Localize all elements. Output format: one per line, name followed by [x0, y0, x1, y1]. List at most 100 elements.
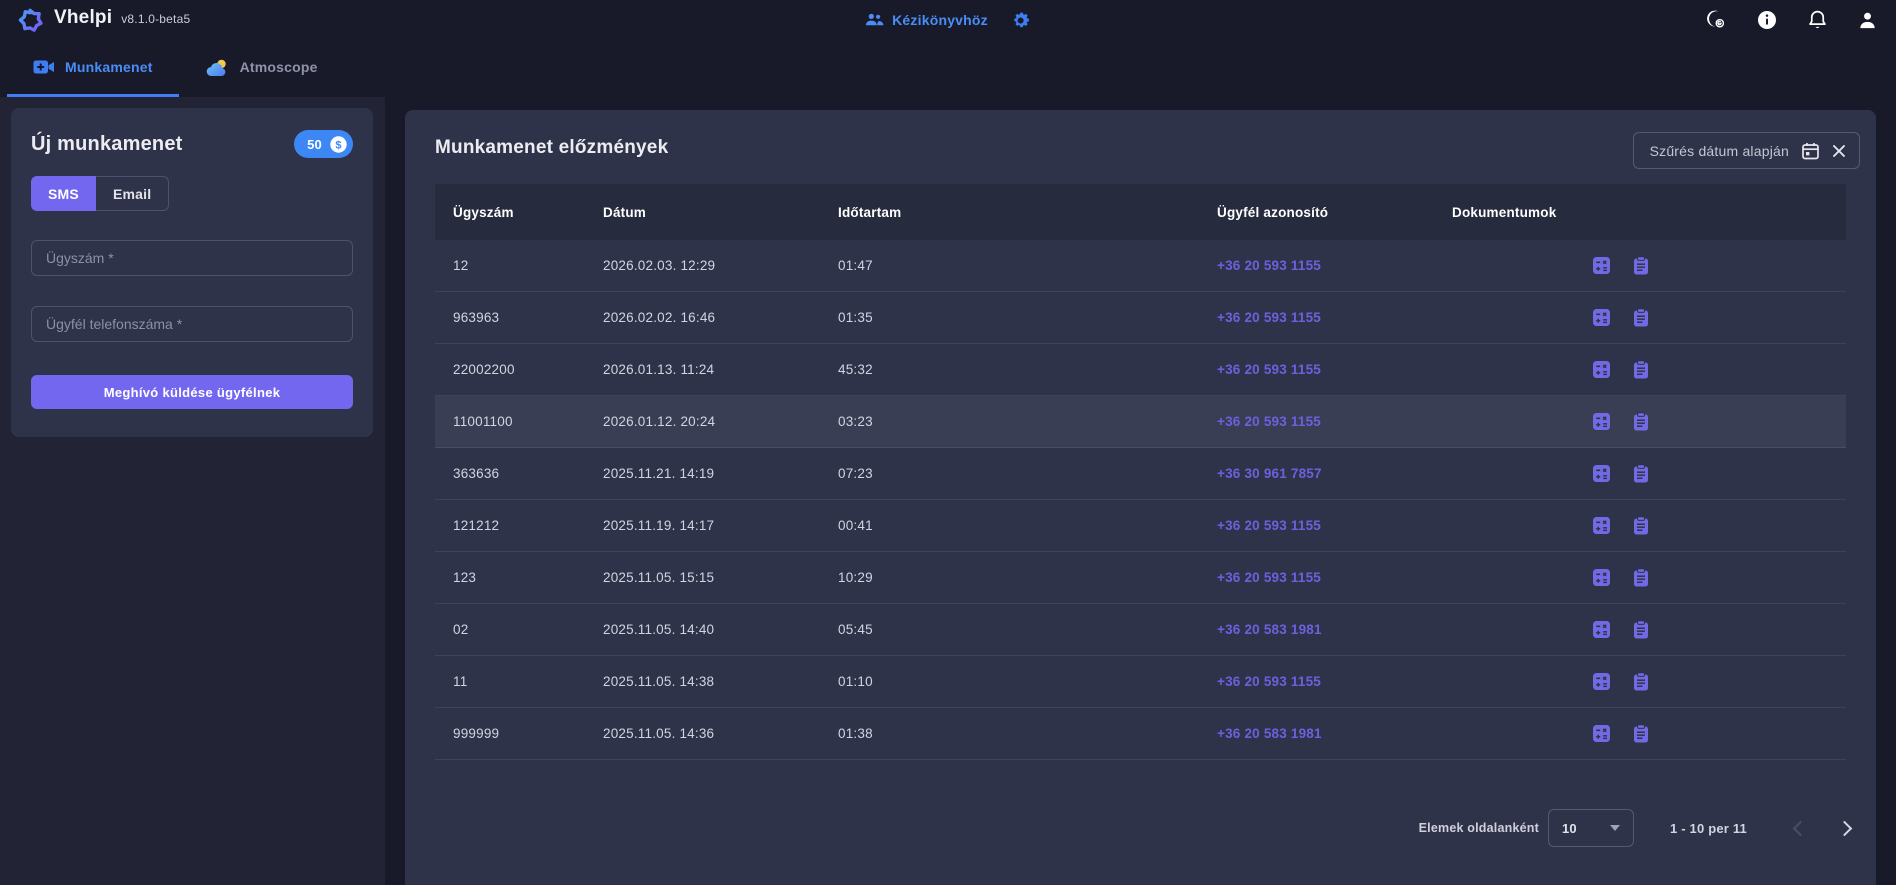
- per-page-select[interactable]: 10: [1548, 809, 1634, 847]
- table-header-row: Ügyszám Dátum Időtartam Ügyfél azonosító…: [435, 184, 1846, 240]
- clipboard-icon[interactable]: [1633, 724, 1649, 743]
- clear-filter-icon[interactable]: [1832, 144, 1846, 158]
- table-row[interactable]: 363636 2025.11.21. 14:19 07:23 +36 30 96…: [435, 448, 1846, 500]
- chevron-down-icon: [1610, 825, 1620, 831]
- language-icon[interactable]: [1705, 9, 1727, 31]
- calculator-icon[interactable]: [1592, 360, 1611, 379]
- table-row[interactable]: 963963 2026.02.02. 16:46 01:35 +36 20 59…: [435, 292, 1846, 344]
- email-toggle-button[interactable]: Email: [96, 176, 169, 211]
- client-phone-input[interactable]: [31, 306, 353, 342]
- col-header-client: Ügyfél azonosító: [1217, 205, 1452, 220]
- clipboard-icon[interactable]: [1633, 308, 1649, 327]
- cell-case-number: 22002200: [453, 362, 603, 377]
- pagination-bar: Elemek oldalanként 10 1 - 10 per 11: [1419, 809, 1850, 847]
- table-row[interactable]: 121212 2025.11.19. 14:17 00:41 +36 20 59…: [435, 500, 1846, 552]
- calculator-icon[interactable]: [1592, 568, 1611, 587]
- clipboard-icon[interactable]: [1633, 620, 1649, 639]
- cell-date: 2026.02.02. 16:46: [603, 310, 838, 325]
- profile-person-icon[interactable]: [1857, 10, 1878, 31]
- clipboard-icon[interactable]: [1633, 568, 1649, 587]
- date-filter-placeholder: Szűrés dátum alapján: [1650, 143, 1789, 159]
- send-invite-button[interactable]: Meghívó küldése ügyfélnek: [31, 375, 353, 409]
- clipboard-icon[interactable]: [1633, 360, 1649, 379]
- next-page-chevron-icon[interactable]: [1837, 820, 1853, 836]
- table-row[interactable]: 22002200 2026.01.13. 11:24 45:32 +36 20 …: [435, 344, 1846, 396]
- calculator-icon[interactable]: [1592, 516, 1611, 535]
- top-bar: Vhelpi v8.1.0-beta5 Kézikönyvhöz: [0, 0, 1896, 40]
- cell-case-number: 11001100: [453, 414, 603, 429]
- session-history-card: Munkamenet előzmények Szűrés dátum alapj…: [405, 110, 1876, 885]
- table-row[interactable]: 123 2025.11.05. 15:15 10:29 +36 20 593 1…: [435, 552, 1846, 604]
- tab-label: Munkamenet: [65, 59, 153, 75]
- notifications-bell-icon[interactable]: [1807, 9, 1828, 31]
- clipboard-icon[interactable]: [1633, 464, 1649, 483]
- table-row[interactable]: 02 2025.11.05. 14:40 05:45 +36 20 583 19…: [435, 604, 1846, 656]
- col-header-documents: Dokumentumok: [1452, 205, 1846, 220]
- cell-case-number: 999999: [453, 726, 603, 741]
- table-row[interactable]: 12 2026.02.03. 12:29 01:47 +36 20 593 11…: [435, 240, 1846, 292]
- client-phone-link[interactable]: +36 20 583 1981: [1217, 622, 1452, 637]
- cell-case-number: 02: [453, 622, 603, 637]
- credits-count: 50: [307, 137, 322, 152]
- cell-duration: 01:38: [838, 726, 1217, 741]
- settings-gear-icon[interactable]: [1010, 10, 1031, 31]
- calculator-icon[interactable]: [1592, 308, 1611, 327]
- case-number-input[interactable]: [31, 240, 353, 276]
- client-phone-link[interactable]: +36 30 961 7857: [1217, 466, 1452, 481]
- new-session-card: Új munkamenet 50 $ SMS Email: [11, 108, 373, 437]
- cell-case-number: 11: [453, 674, 603, 689]
- tab-atmoscope[interactable]: Atmoscope: [179, 40, 344, 97]
- clipboard-icon[interactable]: [1633, 516, 1649, 535]
- cell-duration: 45:32: [838, 362, 1217, 377]
- cell-duration: 03:23: [838, 414, 1217, 429]
- cell-duration: 05:45: [838, 622, 1217, 637]
- date-filter-input[interactable]: Szűrés dátum alapján: [1633, 132, 1860, 169]
- clipboard-icon[interactable]: [1633, 672, 1649, 691]
- credits-badge[interactable]: 50 $: [294, 130, 353, 158]
- per-page-value: 10: [1562, 821, 1577, 836]
- calculator-icon[interactable]: [1592, 724, 1611, 743]
- tab-munkamenet[interactable]: Munkamenet: [7, 40, 179, 97]
- app-logo-star-icon: [18, 7, 45, 34]
- calculator-icon[interactable]: [1592, 620, 1611, 639]
- clipboard-icon[interactable]: [1633, 256, 1649, 275]
- calculator-icon[interactable]: [1592, 672, 1611, 691]
- svg-text:$: $: [335, 139, 341, 151]
- client-phone-link[interactable]: +36 20 593 1155: [1217, 518, 1452, 533]
- cell-date: 2026.02.03. 12:29: [603, 258, 838, 273]
- sms-toggle-button[interactable]: SMS: [31, 176, 96, 211]
- info-icon[interactable]: [1756, 9, 1778, 31]
- client-phone-link[interactable]: +36 20 593 1155: [1217, 362, 1452, 377]
- cell-case-number: 121212: [453, 518, 603, 533]
- cell-case-number: 363636: [453, 466, 603, 481]
- client-phone-link[interactable]: +36 20 593 1155: [1217, 570, 1452, 585]
- cell-date: 2025.11.05. 14:36: [603, 726, 838, 741]
- cell-duration: 00:41: [838, 518, 1217, 533]
- client-phone-link[interactable]: +36 20 593 1155: [1217, 674, 1452, 689]
- video-plus-icon: [33, 59, 55, 75]
- manual-link[interactable]: Kézikönyvhöz: [865, 12, 988, 28]
- left-panel: Új munkamenet 50 $ SMS Email: [0, 97, 385, 885]
- client-phone-link[interactable]: +36 20 593 1155: [1217, 310, 1452, 325]
- table-row[interactable]: 11 2025.11.05. 14:38 01:10 +36 20 593 11…: [435, 656, 1846, 708]
- cell-duration: 07:23: [838, 466, 1217, 481]
- cell-duration: 01:10: [838, 674, 1217, 689]
- people-icon: [865, 13, 884, 27]
- client-phone-link[interactable]: +36 20 593 1155: [1217, 258, 1452, 273]
- calculator-icon[interactable]: [1592, 412, 1611, 431]
- new-session-title: Új munkamenet: [31, 133, 183, 156]
- prev-page-chevron-icon[interactable]: [1793, 820, 1809, 836]
- pagination-range: 1 - 10 per 11: [1670, 821, 1747, 836]
- calculator-icon[interactable]: [1592, 256, 1611, 275]
- calendar-icon[interactable]: [1802, 142, 1819, 160]
- tab-label: Atmoscope: [240, 59, 318, 75]
- table-row[interactable]: 999999 2025.11.05. 14:36 01:38 +36 20 58…: [435, 708, 1846, 760]
- cell-date: 2025.11.19. 14:17: [603, 518, 838, 533]
- table-row[interactable]: 11001100 2026.01.12. 20:24 03:23 +36 20 …: [435, 396, 1846, 448]
- client-phone-link[interactable]: +36 20 593 1155: [1217, 414, 1452, 429]
- clipboard-icon[interactable]: [1633, 412, 1649, 431]
- cell-date: 2025.11.05. 14:38: [603, 674, 838, 689]
- channel-toggle: SMS Email: [31, 176, 353, 211]
- client-phone-link[interactable]: +36 20 583 1981: [1217, 726, 1452, 741]
- calculator-icon[interactable]: [1592, 464, 1611, 483]
